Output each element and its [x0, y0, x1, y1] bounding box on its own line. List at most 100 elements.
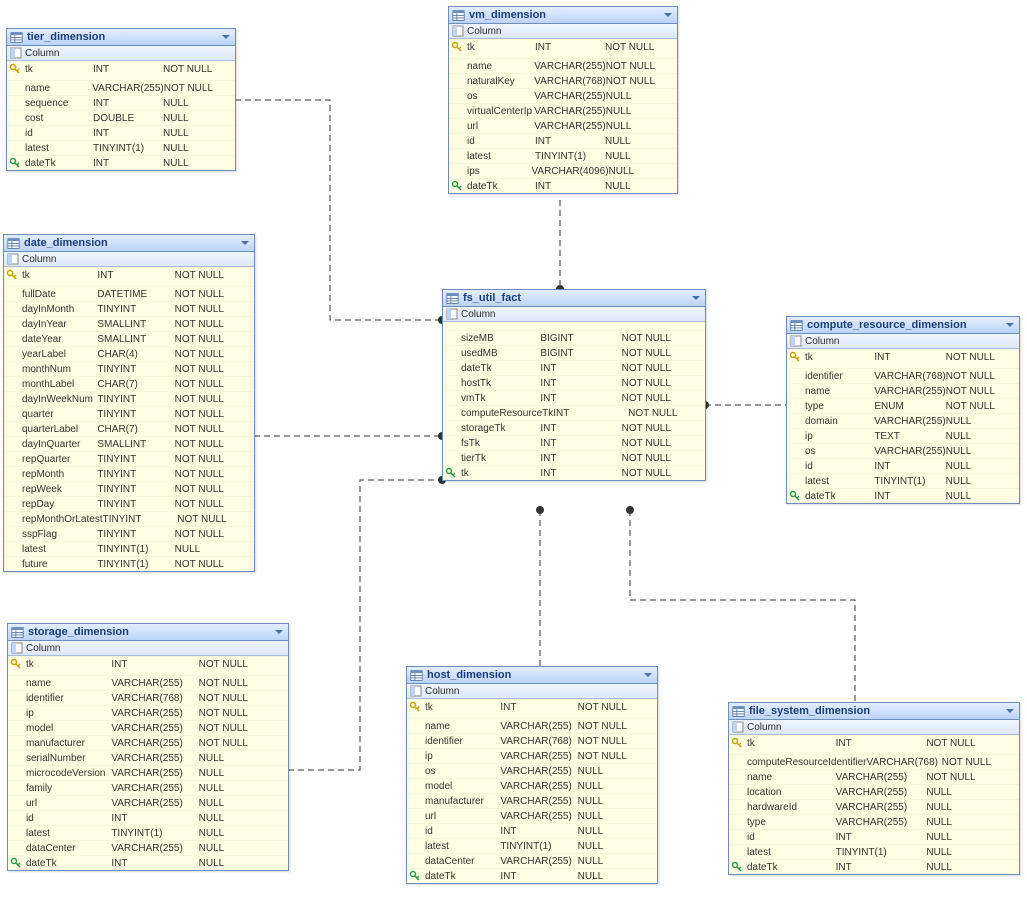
- column-row[interactable]: naturalKeyVARCHAR(768)NOT NULL: [449, 73, 677, 88]
- column-row[interactable]: typeENUMNOT NULL: [787, 398, 1019, 413]
- column-subheader[interactable]: Column: [729, 720, 1019, 735]
- column-row[interactable]: computeResourceIdentifierVARCHAR(768)NOT…: [729, 754, 1019, 769]
- column-row[interactable]: nameVARCHAR(255)NOT NULL: [7, 80, 235, 95]
- column-row[interactable]: tkINTNOT NULL: [7, 61, 235, 76]
- column-row[interactable]: vmTkINTNOT NULL: [443, 390, 705, 405]
- column-row[interactable]: modelVARCHAR(255)NOT NULL: [8, 720, 288, 735]
- collapse-icon[interactable]: [690, 292, 702, 304]
- column-row[interactable]: typeVARCHAR(255)NULL: [729, 814, 1019, 829]
- column-row[interactable]: urlVARCHAR(255)NULL: [449, 118, 677, 133]
- table-header[interactable]: vm_dimension: [449, 7, 677, 24]
- table-host_dimension[interactable]: host_dimensionColumntkINTNOT NULLnameVAR…: [406, 666, 658, 884]
- column-row[interactable]: ipsVARCHAR(4096)NULL: [449, 163, 677, 178]
- collapse-icon[interactable]: [1004, 705, 1016, 717]
- column-row[interactable]: dateTkINTNULL: [8, 855, 288, 870]
- column-row[interactable]: identifierVARCHAR(768)NOT NULL: [787, 368, 1019, 383]
- column-row[interactable]: osVARCHAR(255)NULL: [787, 443, 1019, 458]
- column-row[interactable]: latestTINYINT(1)NULL: [449, 148, 677, 163]
- column-row[interactable]: modelVARCHAR(255)NULL: [407, 778, 657, 793]
- column-row[interactable]: ipTEXTNULL: [787, 428, 1019, 443]
- column-row[interactable]: idINTNULL: [787, 458, 1019, 473]
- column-row[interactable]: futureTINYINT(1)NOT NULL: [4, 556, 254, 571]
- column-row[interactable]: usedMBBIGINTNOT NULL: [443, 345, 705, 360]
- column-row[interactable]: manufacturerVARCHAR(255)NULL: [407, 793, 657, 808]
- column-row[interactable]: repDayTINYINTNOT NULL: [4, 496, 254, 511]
- column-row[interactable]: dayInQuarterSMALLINTNOT NULL: [4, 436, 254, 451]
- column-row[interactable]: dateTkINTNOT NULL: [443, 360, 705, 375]
- column-row[interactable]: dayInMonthTINYINTNOT NULL: [4, 301, 254, 316]
- column-subheader[interactable]: Column: [407, 684, 657, 699]
- collapse-icon[interactable]: [273, 626, 285, 638]
- column-row[interactable]: dateTkINTNULL: [729, 859, 1019, 874]
- column-row[interactable]: tkINTNOT NULL: [729, 735, 1019, 750]
- column-row[interactable]: latestTINYINT(1)NULL: [787, 473, 1019, 488]
- table-fs_util_fact[interactable]: fs_util_factColumnsizeMBBIGINTNOT NULLus…: [442, 289, 706, 481]
- column-row[interactable]: osVARCHAR(255)NULL: [449, 88, 677, 103]
- column-row[interactable]: costDOUBLENULL: [7, 110, 235, 125]
- column-row[interactable]: dateTkINTNULL: [407, 868, 657, 883]
- column-row[interactable]: dateTkINTNULL: [787, 488, 1019, 503]
- column-row[interactable]: tkINTNOT NULL: [787, 349, 1019, 364]
- column-row[interactable]: tkINTNOT NULL: [449, 39, 677, 54]
- column-row[interactable]: virtualCenterIpVARCHAR(255)NULL: [449, 103, 677, 118]
- column-row[interactable]: dateTkINTNULL: [7, 155, 235, 170]
- column-row[interactable]: latestTINYINT(1)NULL: [7, 140, 235, 155]
- column-row[interactable]: sspFlagTINYINTNOT NULL: [4, 526, 254, 541]
- table-header[interactable]: file_system_dimension: [729, 703, 1019, 720]
- column-subheader[interactable]: Column: [4, 252, 254, 267]
- column-row[interactable]: urlVARCHAR(255)NULL: [407, 808, 657, 823]
- table-tier_dimension[interactable]: tier_dimensionColumntkINTNOT NULLnameVAR…: [6, 28, 236, 171]
- column-row[interactable]: manufacturerVARCHAR(255)NOT NULL: [8, 735, 288, 750]
- column-row[interactable]: latestTINYINT(1)NULL: [407, 838, 657, 853]
- column-subheader[interactable]: Column: [7, 46, 235, 61]
- column-row[interactable]: serialNumberVARCHAR(255)NULL: [8, 750, 288, 765]
- column-row[interactable]: locationVARCHAR(255)NULL: [729, 784, 1019, 799]
- column-row[interactable]: quarterLabelCHAR(7)NOT NULL: [4, 421, 254, 436]
- column-row[interactable]: latestTINYINT(1)NULL: [4, 541, 254, 556]
- column-row[interactable]: computeResourceTkINTNOT NULL: [443, 405, 705, 420]
- column-row[interactable]: familyVARCHAR(255)NULL: [8, 780, 288, 795]
- column-row[interactable]: repQuarterTINYINTNOT NULL: [4, 451, 254, 466]
- column-row[interactable]: nameVARCHAR(255)NOT NULL: [787, 383, 1019, 398]
- column-row[interactable]: nameVARCHAR(255)NOT NULL: [8, 675, 288, 690]
- table-compute_resource_dimension[interactable]: compute_resource_dimensionColumntkINTNOT…: [786, 316, 1020, 504]
- column-row[interactable]: hostTkINTNOT NULL: [443, 375, 705, 390]
- collapse-icon[interactable]: [239, 237, 251, 249]
- column-row[interactable]: monthLabelCHAR(7)NOT NULL: [4, 376, 254, 391]
- column-row[interactable]: domainVARCHAR(255)NULL: [787, 413, 1019, 428]
- column-row[interactable]: microcodeVersionVARCHAR(255)NULL: [8, 765, 288, 780]
- column-subheader[interactable]: Column: [449, 24, 677, 39]
- column-row[interactable]: tkINTNOT NULL: [407, 699, 657, 714]
- column-row[interactable]: storageTkINTNOT NULL: [443, 420, 705, 435]
- column-row[interactable]: hardwareIdVARCHAR(255)NULL: [729, 799, 1019, 814]
- column-row[interactable]: fsTkINTNOT NULL: [443, 435, 705, 450]
- column-row[interactable]: identifierVARCHAR(768)NOT NULL: [8, 690, 288, 705]
- column-row[interactable]: idINTNULL: [8, 810, 288, 825]
- column-row[interactable]: tierTkINTNOT NULL: [443, 450, 705, 465]
- collapse-icon[interactable]: [220, 31, 232, 43]
- column-row[interactable]: idINTNULL: [7, 125, 235, 140]
- column-row[interactable]: dateTkINTNULL: [449, 178, 677, 193]
- collapse-icon[interactable]: [662, 9, 674, 21]
- column-row[interactable]: dateYearSMALLINTNOT NULL: [4, 331, 254, 346]
- column-row[interactable]: dataCenterVARCHAR(255)NULL: [8, 840, 288, 855]
- table-header[interactable]: date_dimension: [4, 235, 254, 252]
- column-row[interactable]: identifierVARCHAR(768)NOT NULL: [407, 733, 657, 748]
- column-row[interactable]: latestTINYINT(1)NULL: [729, 844, 1019, 859]
- column-row[interactable]: tkINTNOT NULL: [4, 267, 254, 282]
- column-row[interactable]: monthNumTINYINTNOT NULL: [4, 361, 254, 376]
- column-row[interactable]: tkINTNOT NULL: [443, 465, 705, 480]
- collapse-icon[interactable]: [642, 669, 654, 681]
- column-subheader[interactable]: Column: [8, 641, 288, 656]
- column-subheader[interactable]: Column: [787, 334, 1019, 349]
- column-row[interactable]: yearLabelCHAR(4)NOT NULL: [4, 346, 254, 361]
- column-row[interactable]: ipVARCHAR(255)NOT NULL: [407, 748, 657, 763]
- collapse-icon[interactable]: [1004, 319, 1016, 331]
- column-row[interactable]: idINTNULL: [729, 829, 1019, 844]
- column-row[interactable]: sizeMBBIGINTNOT NULL: [443, 330, 705, 345]
- column-row[interactable]: idINTNULL: [407, 823, 657, 838]
- column-row[interactable]: sequenceINTNULL: [7, 95, 235, 110]
- column-row[interactable]: repMonthTINYINTNOT NULL: [4, 466, 254, 481]
- table-header[interactable]: compute_resource_dimension: [787, 317, 1019, 334]
- table-vm_dimension[interactable]: vm_dimensionColumntkINTNOT NULLnameVARCH…: [448, 6, 678, 194]
